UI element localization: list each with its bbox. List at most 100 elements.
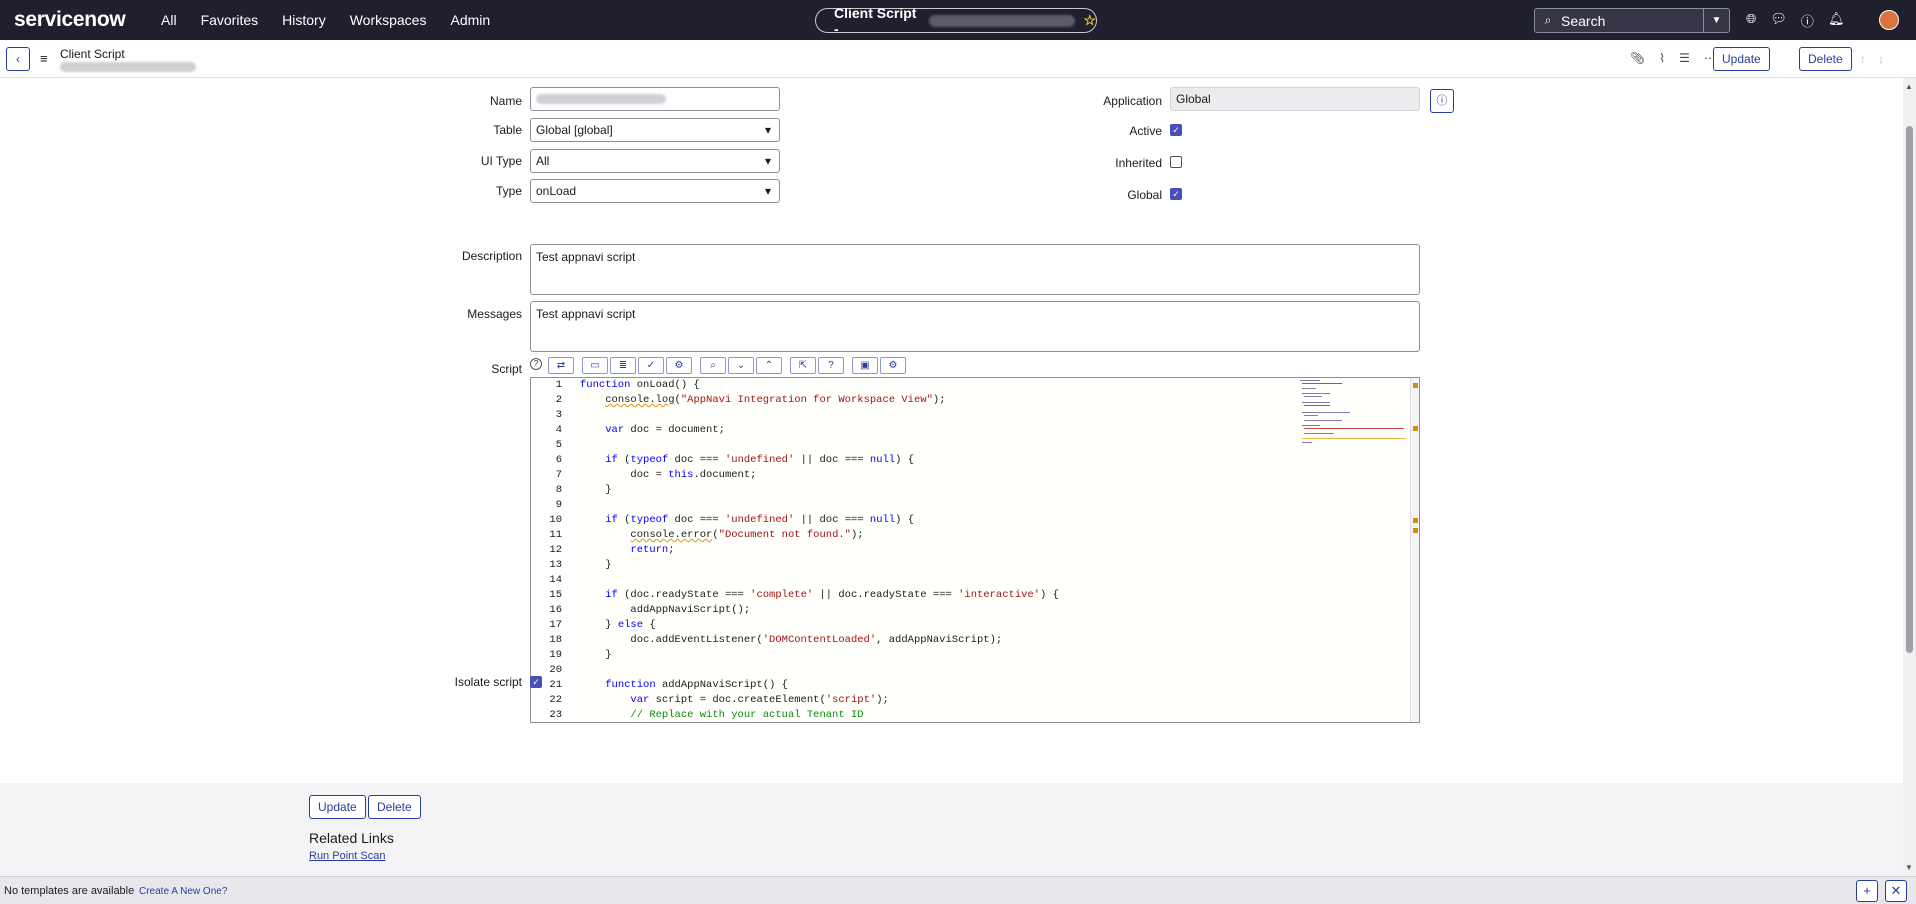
template-bar: No templates are available Create A New …	[0, 876, 1916, 904]
search-icon[interactable]: ⌕	[700, 357, 726, 374]
form-footer	[0, 783, 1916, 876]
format-code-icon[interactable]: ⇄	[548, 357, 574, 374]
check-syntax-icon[interactable]: ✓	[638, 357, 664, 374]
delete-button[interactable]: Delete	[1799, 47, 1852, 71]
nav-favorites[interactable]: Favorites	[201, 12, 259, 28]
servicenow-logo[interactable]: servicenow	[14, 8, 126, 32]
personalize-icon[interactable]: ☰	[1679, 51, 1690, 65]
globe-icon[interactable]: 🌐︎	[1746, 11, 1756, 30]
description-textarea[interactable]: Test appnavi script	[530, 244, 1420, 295]
code-line: 18 doc.addEventListener('DOMContentLoade…	[549, 634, 1003, 646]
editor-scrollbar[interactable]	[1410, 378, 1419, 722]
code-minimap[interactable]	[1298, 378, 1408, 448]
context-title-pill[interactable]: Client Script - ☆	[815, 5, 1097, 37]
fullscreen-icon[interactable]: ⇱	[790, 357, 816, 374]
scroll-up-icon[interactable]: ▲	[1905, 82, 1913, 91]
name-field[interactable]	[530, 87, 780, 111]
nav-history[interactable]: History	[282, 12, 326, 28]
code-line: 8 }	[555, 484, 612, 496]
code-line: 5	[555, 439, 562, 451]
search-next-icon[interactable]: ⌄	[728, 357, 754, 374]
messages-label: Messages	[467, 307, 522, 321]
top-icons: 🌐︎ 💬︎ ⓘ 🔔︎	[1746, 11, 1844, 30]
inherited-checkbox[interactable]	[1170, 156, 1182, 168]
back-button[interactable]: ‹	[6, 47, 30, 71]
scrollbar-thumb[interactable]	[1906, 126, 1913, 653]
form-body: Name Table Global [global] UI Type All T…	[0, 78, 1900, 783]
update-button[interactable]: Update	[1713, 47, 1770, 71]
nav-admin[interactable]: Admin	[450, 12, 490, 28]
description-value: Test appnavi script	[536, 250, 636, 264]
context-menu-icon[interactable]: ≡	[40, 51, 48, 66]
code-line: 10 if (typeof doc === 'undefined' || doc…	[549, 514, 915, 526]
redacted-record-subtitle	[60, 62, 196, 72]
nav-workspaces[interactable]: Workspaces	[350, 12, 427, 28]
help-icon[interactable]: ?	[818, 357, 844, 374]
code-line: 2 console.log("AppNavi Integration for W…	[555, 394, 946, 406]
related-links-title: Related Links	[309, 830, 394, 846]
uitype-label: UI Type	[480, 154, 522, 168]
search-dropdown-icon[interactable]: ▼	[1703, 9, 1729, 32]
page-scrollbar[interactable]: ▲ ▼	[1903, 78, 1916, 876]
type-label: Type	[495, 184, 522, 198]
global-checkbox[interactable]: ✓	[1170, 188, 1182, 200]
nav-all[interactable]: All	[161, 12, 177, 28]
attachment-icon[interactable]: 📎︎	[1630, 51, 1645, 65]
redacted-name-value	[536, 94, 666, 104]
description-label: Description	[461, 249, 522, 263]
name-label: Name	[489, 94, 522, 108]
favorite-star-icon[interactable]: ☆	[1083, 12, 1096, 29]
settings-icon[interactable]: ⚙	[880, 357, 906, 374]
form-title: Client Script	[60, 47, 125, 61]
code-line: 15 if (doc.readyState === 'complete' || …	[549, 589, 1059, 601]
create-template-link[interactable]: Create A New One?	[139, 886, 227, 897]
script-editor-toolbar: ⇄ ▭ ≣ ✓ ⚙ ⌕ ⌄ ⌃ ⇱ ? ▣ ⚙	[548, 357, 906, 374]
form-header: ‹ ≡ Client Script 📎︎ ⌇ ☰ ⋯ Update Delete…	[0, 40, 1916, 78]
chat-icon[interactable]: 💬︎	[1770, 11, 1787, 30]
script-editor[interactable]: 1 function onLoad() { 2 console.log("AppN…	[530, 377, 1420, 723]
script-help-icon[interactable]: ?	[530, 358, 542, 370]
code-line: 12 return;	[549, 544, 675, 556]
search-previous-icon[interactable]: ⌃	[756, 357, 782, 374]
code-line: 13 }	[549, 559, 612, 571]
run-point-scan-link[interactable]: Run Point Scan	[309, 850, 385, 862]
table-select[interactable]: Global [global]	[530, 118, 780, 142]
logo-text: servicenow	[14, 8, 126, 31]
script-label: Script	[491, 362, 522, 376]
activity-icon[interactable]: ⌇	[1659, 51, 1665, 65]
code-line: 3	[555, 409, 562, 421]
code-line: 7 doc = this.document;	[555, 469, 757, 481]
active-checkbox[interactable]: ✓	[1170, 124, 1182, 136]
code-line: 4 var doc = document;	[555, 424, 725, 436]
footer-update-button[interactable]: Update	[309, 795, 366, 819]
comment-icon[interactable]: ▭	[582, 357, 608, 374]
isolate-script-checkbox[interactable]: ✓	[530, 676, 542, 688]
avatar[interactable]	[1879, 10, 1899, 30]
close-icon[interactable]: ✕	[1885, 880, 1907, 902]
footer-delete-button[interactable]: Delete	[368, 795, 421, 819]
help-icon[interactable]: ⓘ	[1801, 11, 1814, 30]
application-info-button[interactable]: ⓘ	[1430, 89, 1454, 113]
global-search[interactable]: ⌕ Search ▼	[1534, 8, 1730, 33]
script-debugger-icon[interactable]: ⚙	[666, 357, 692, 374]
top-navigation-bar: servicenow All Favorites History Workspa…	[0, 0, 1916, 40]
nav-menu: All Favorites History Workspaces Admin	[161, 12, 514, 28]
messages-textarea[interactable]: Test appnavi script	[530, 301, 1420, 352]
code-line: 21 function addAppNaviScript() {	[549, 679, 788, 691]
context-title: Client Script -	[834, 4, 917, 37]
global-label: Global	[1127, 188, 1162, 202]
record-nav: ↑ ↓	[1860, 52, 1884, 66]
uitype-select[interactable]: All	[530, 149, 780, 173]
template-status-text: No templates are available	[4, 885, 135, 897]
align-icon[interactable]: ≣	[610, 357, 636, 374]
application-label: Application	[1103, 94, 1162, 108]
redacted-record-name	[928, 14, 1076, 27]
save-icon[interactable]: ▣	[852, 357, 878, 374]
next-record-icon[interactable]: ↓	[1878, 52, 1884, 66]
scroll-down-icon[interactable]: ▼	[1905, 863, 1913, 872]
previous-record-icon[interactable]: ↑	[1860, 52, 1866, 66]
bell-icon[interactable]: 🔔︎	[1828, 11, 1845, 30]
type-select[interactable]: onLoad	[530, 179, 780, 203]
add-template-icon[interactable]: +	[1856, 880, 1878, 902]
uitype-value: All	[536, 154, 550, 168]
